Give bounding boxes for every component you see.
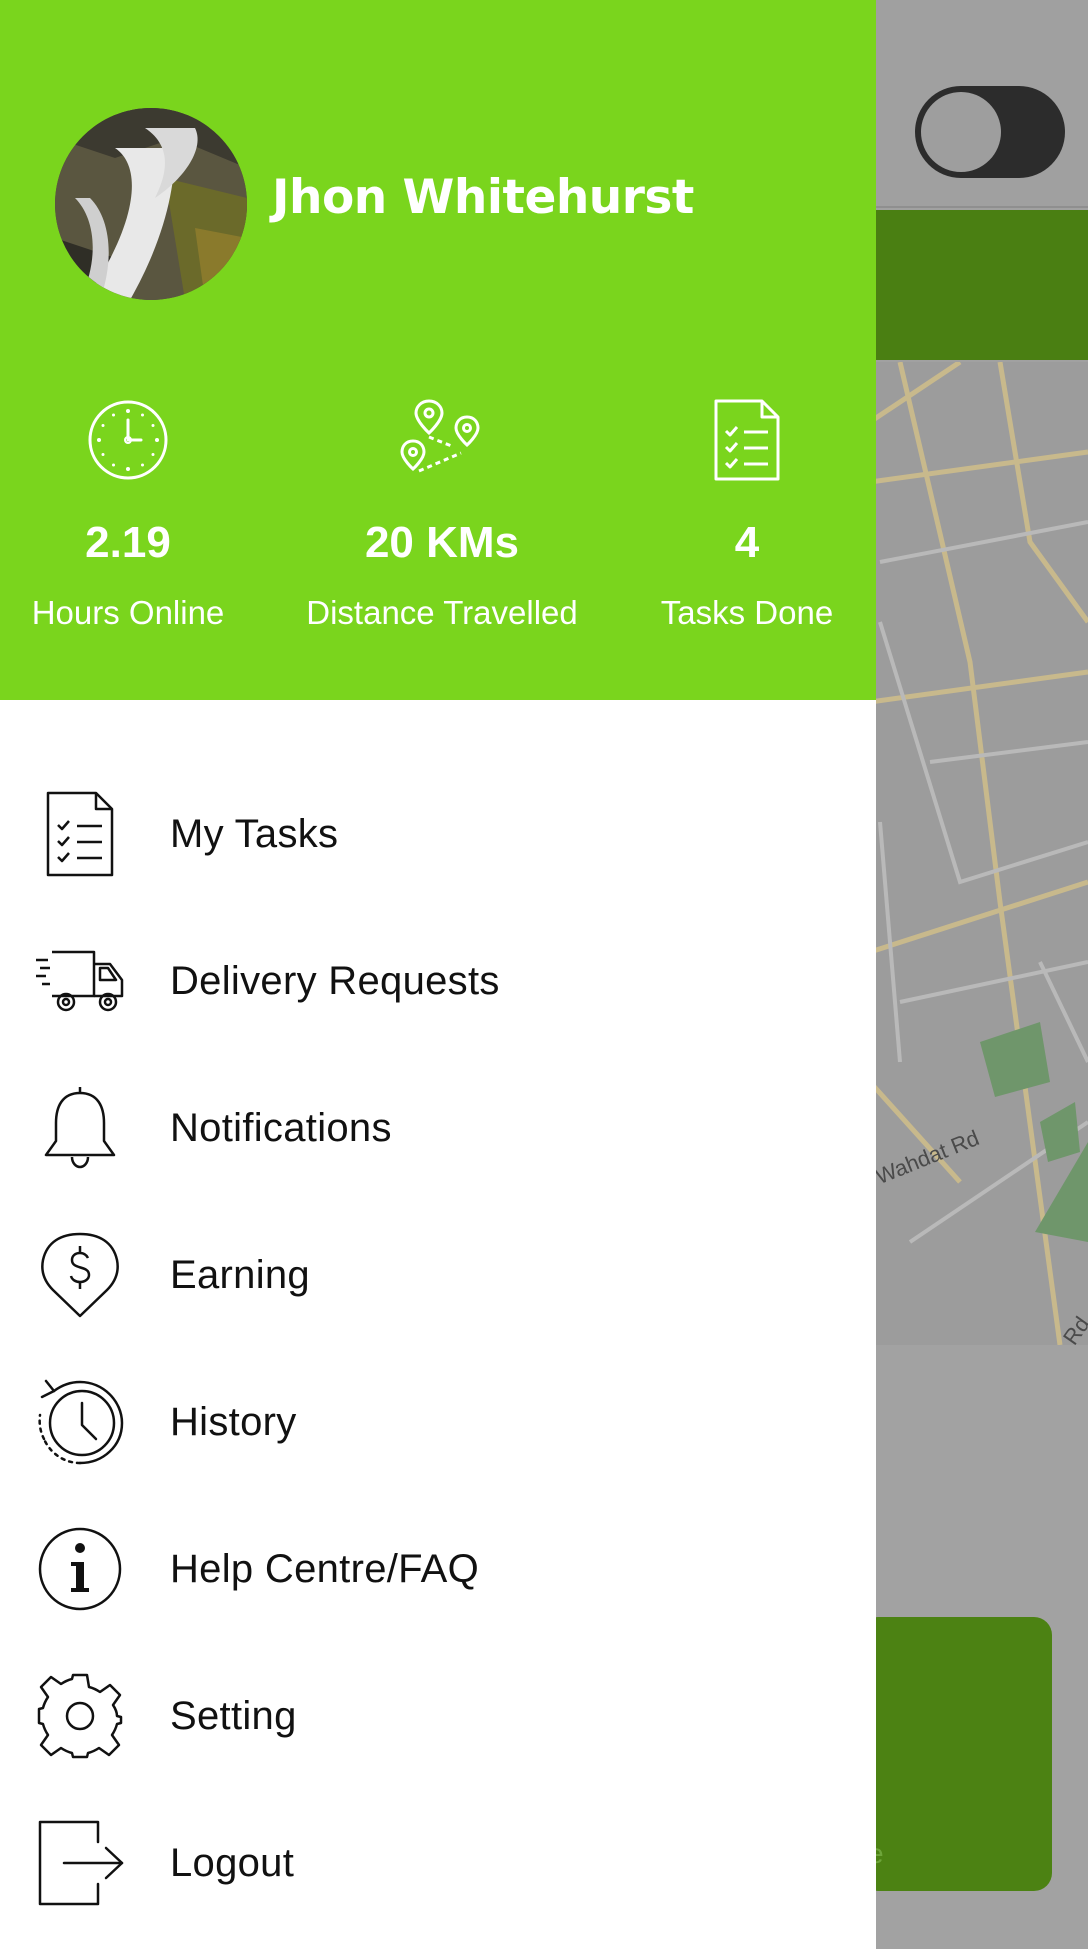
- user-name: Jhon Whitehurst: [272, 170, 694, 225]
- online-toggle[interactable]: [915, 86, 1065, 178]
- info-icon: [30, 1525, 130, 1613]
- stat-value: 2.19: [85, 518, 171, 567]
- delivery-truck-icon: [30, 937, 130, 1025]
- menu-item-label: History: [170, 1400, 297, 1444]
- checklist-icon: [607, 395, 887, 485]
- menu-item-label: Earning: [170, 1253, 310, 1297]
- menu-item-help-centre[interactable]: Help Centre/FAQ: [0, 1495, 876, 1642]
- navigation-drawer: Jhon Whitehurst 2.19 Hours Online 20 KMs…: [0, 0, 876, 1949]
- menu-item-label: Help Centre/FAQ: [170, 1547, 480, 1591]
- menu-item-setting[interactable]: Setting: [0, 1642, 876, 1789]
- menu-item-my-tasks[interactable]: My Tasks: [0, 760, 876, 907]
- gear-icon: [30, 1672, 130, 1760]
- menu-item-delivery-requests[interactable]: Delivery Requests: [0, 907, 876, 1054]
- avatar[interactable]: [55, 108, 247, 300]
- menu-item-label: Notifications: [170, 1106, 392, 1150]
- drawer-header: Jhon Whitehurst 2.19 Hours Online 20 KMs…: [0, 0, 876, 700]
- menu-item-logout[interactable]: Logout: [0, 1789, 876, 1936]
- checklist-icon: [30, 790, 130, 878]
- stat-label: Distance Travelled: [306, 594, 578, 631]
- menu-item-label: My Tasks: [170, 812, 339, 856]
- menu-item-earning[interactable]: Earning: [0, 1201, 876, 1348]
- dollar-pin-icon: [30, 1231, 130, 1319]
- stat-tasks-done: 4 Tasks Done: [607, 395, 887, 633]
- logout-icon: [30, 1819, 130, 1907]
- clock-icon: [0, 395, 268, 485]
- menu-item-history[interactable]: History: [0, 1348, 876, 1495]
- history-icon: [30, 1378, 130, 1466]
- stat-value: 20 KMs: [364, 518, 520, 567]
- bell-icon: [30, 1084, 130, 1172]
- stat-hours-online: 2.19 Hours Online: [0, 395, 268, 633]
- background-action-card[interactable]: [860, 1617, 1052, 1891]
- toggle-knob: [921, 92, 1001, 172]
- stat-label: Tasks Done: [660, 594, 834, 631]
- route-pins-icon: [302, 395, 582, 485]
- menu-item-notifications[interactable]: Notifications: [0, 1054, 876, 1201]
- stat-distance-travelled: 20 KMs Distance Travelled: [302, 395, 582, 633]
- stat-label: Hours Online: [31, 594, 225, 631]
- stat-value: 4: [734, 518, 760, 567]
- menu-item-label: Logout: [170, 1841, 295, 1885]
- menu-item-label: Setting: [170, 1694, 297, 1738]
- menu-item-label: Delivery Requests: [170, 959, 500, 1003]
- drawer-menu: My Tasks Delivery Requests Notifications…: [0, 760, 876, 1936]
